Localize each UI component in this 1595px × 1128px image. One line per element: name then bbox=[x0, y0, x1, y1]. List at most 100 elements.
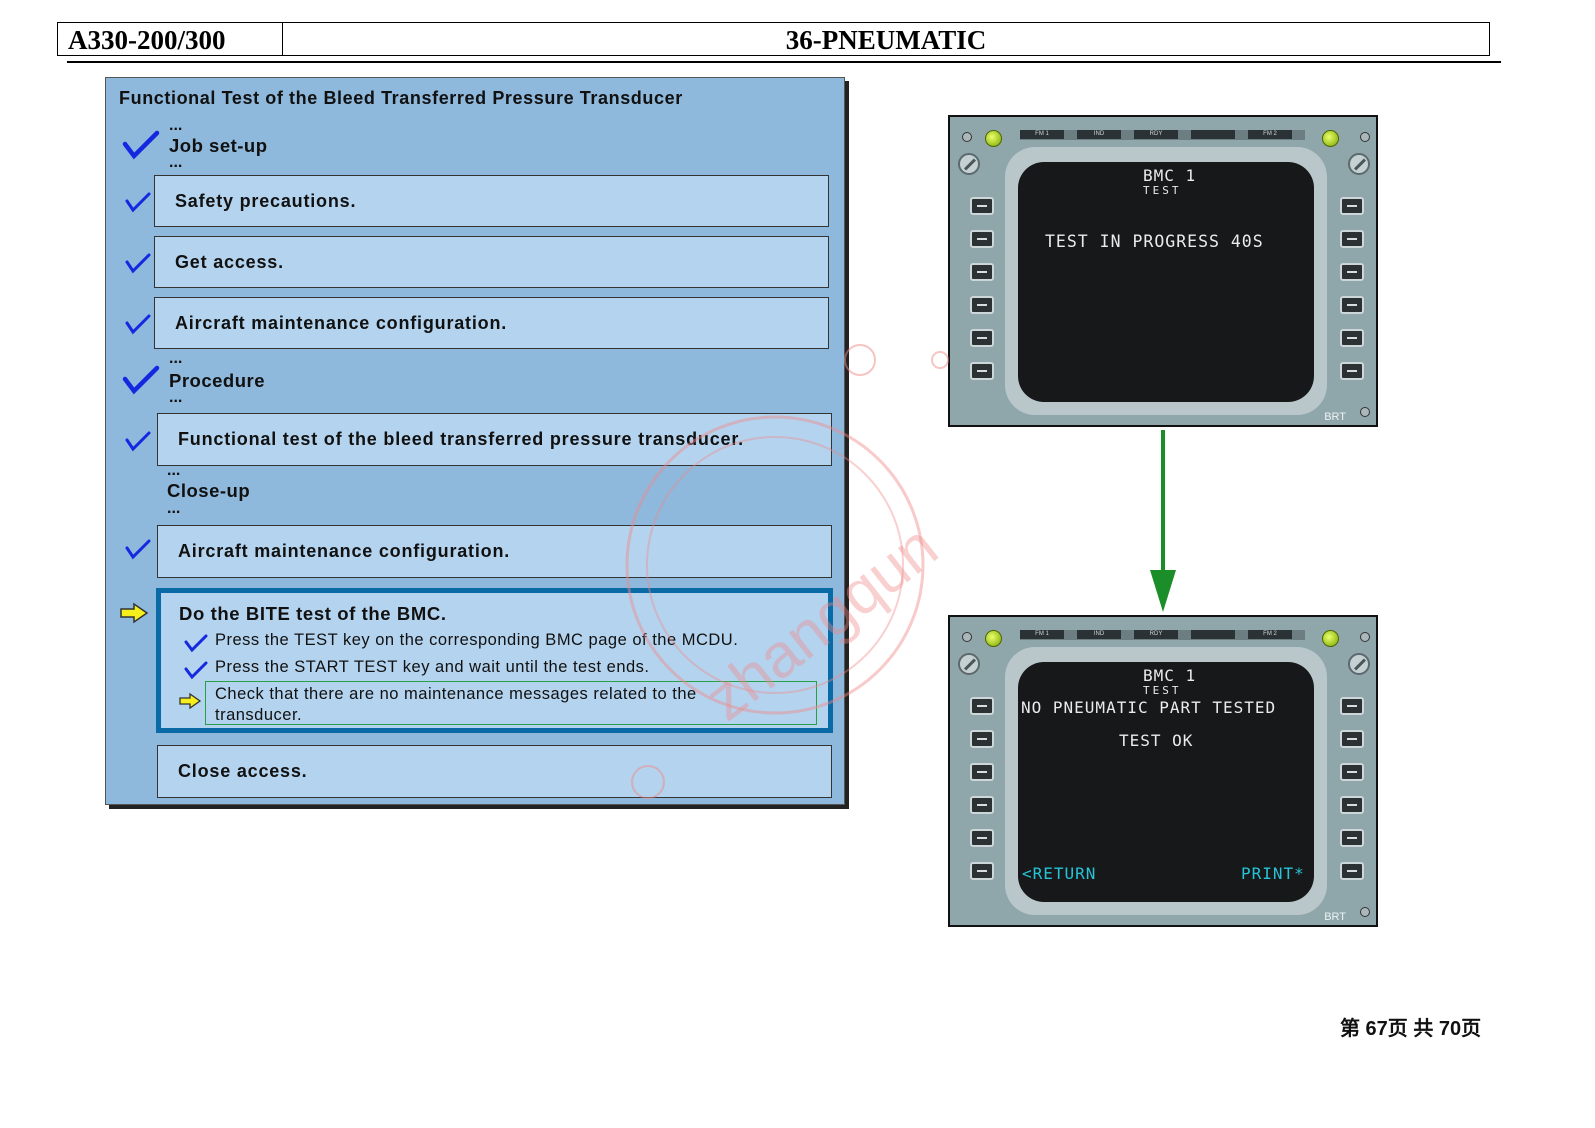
large-check-icon bbox=[122, 365, 160, 395]
section-procedure: Procedure bbox=[169, 370, 266, 391]
transition-arrow-head-icon bbox=[1150, 570, 1176, 612]
step-safety: Safety precautions. bbox=[154, 175, 829, 227]
lsk-3r-button[interactable] bbox=[1340, 263, 1364, 281]
return-prompt[interactable]: <RETURN bbox=[1022, 864, 1096, 883]
annunciator-rdy: RDY bbox=[1134, 630, 1178, 639]
page-number: 第 67页 共 70页 bbox=[1340, 1018, 1482, 1040]
lsk-6r-button[interactable] bbox=[1340, 862, 1364, 880]
brt-label: BRT bbox=[1324, 911, 1346, 923]
step-close-access: Close access. bbox=[157, 745, 832, 798]
lsk-5r-button[interactable] bbox=[1340, 829, 1364, 847]
bite-step-1: Press the TEST key on the corresponding … bbox=[215, 631, 739, 649]
lsk-5r-button[interactable] bbox=[1340, 329, 1364, 347]
mcdu-display-test-ok: FM 1 IND RDY FM 2 BMC 1 TEST NO PNEUMATI… bbox=[948, 615, 1378, 927]
annunciator-strip: FM 1 IND RDY FM 2 bbox=[1020, 630, 1305, 640]
panel-title: Functional Test of the Bleed Transferred… bbox=[119, 88, 683, 108]
page-header: A330-200/300 36-PNEUMATIC bbox=[57, 22, 1490, 56]
screen-line-1: TEST IN PROGRESS 40S bbox=[1045, 232, 1264, 251]
bite-step-3: Check that there are no maintenance mess… bbox=[215, 685, 697, 703]
screw-icon bbox=[1360, 407, 1370, 417]
mcdu-screen: BMC 1 TEST TEST IN PROGRESS 40S bbox=[1018, 162, 1314, 402]
check-icon bbox=[184, 661, 208, 680]
screen-title: BMC 1 bbox=[1143, 166, 1197, 185]
large-check-icon bbox=[122, 130, 160, 160]
brightness-knob-icon[interactable] bbox=[958, 153, 980, 175]
screw-icon bbox=[1360, 132, 1370, 142]
bite-step-3-cont: transducer. bbox=[215, 706, 303, 724]
transition-arrow bbox=[1161, 430, 1165, 580]
lsk-3l-button[interactable] bbox=[970, 763, 994, 781]
step-functional-test: Functional test of the bleed transferred… bbox=[157, 413, 832, 466]
check-icon bbox=[125, 192, 151, 213]
lsk-4l-button[interactable] bbox=[970, 796, 994, 814]
bite-title: Do the BITE test of the BMC. bbox=[179, 603, 447, 624]
annunciator-blank bbox=[1191, 630, 1235, 639]
annunciator-light-icon bbox=[985, 130, 1002, 147]
lsk-3r-button[interactable] bbox=[1340, 763, 1364, 781]
step-bite-test: Do the BITE test of the BMC. Press the T… bbox=[156, 588, 833, 733]
screw-icon bbox=[1360, 907, 1370, 917]
header-rule bbox=[67, 61, 1501, 63]
lsk-4l-button[interactable] bbox=[970, 296, 994, 314]
lsk-6r-button[interactable] bbox=[1340, 362, 1364, 380]
screen-line-2: TEST OK bbox=[1119, 731, 1194, 750]
check-icon bbox=[125, 431, 151, 452]
lsk-3l-button[interactable] bbox=[970, 263, 994, 281]
mcdu-display-test-in-progress: FM 1 IND RDY FM 2 BMC 1 TEST TEST IN PRO… bbox=[948, 115, 1378, 427]
current-step-arrow-icon bbox=[120, 602, 149, 624]
step-close-access-label: Close access. bbox=[178, 761, 308, 781]
step-safety-label: Safety precautions. bbox=[175, 191, 357, 211]
brt-label: BRT bbox=[1324, 411, 1346, 423]
lsk-2r-button[interactable] bbox=[1340, 230, 1364, 248]
annunciator-light-icon bbox=[985, 630, 1002, 647]
screw-icon bbox=[1360, 632, 1370, 642]
lsk-5l-button[interactable] bbox=[970, 329, 994, 347]
screw-icon bbox=[962, 632, 972, 642]
step-config-2-label: Aircraft maintenance configuration. bbox=[178, 541, 511, 561]
lsk-6l-button[interactable] bbox=[970, 362, 994, 380]
check-icon bbox=[125, 253, 151, 274]
annunciator-fm1: FM 1 bbox=[1020, 130, 1064, 139]
screen-title: BMC 1 bbox=[1143, 666, 1197, 685]
brightness-knob-icon[interactable] bbox=[1348, 653, 1370, 675]
ellipsis: ... bbox=[169, 389, 183, 406]
annunciator-ind: IND bbox=[1077, 630, 1121, 639]
ellipsis: ... bbox=[167, 500, 181, 517]
step-config-1: Aircraft maintenance configuration. bbox=[154, 297, 829, 349]
annunciator-strip: FM 1 IND RDY FM 2 bbox=[1020, 130, 1305, 140]
check-icon bbox=[125, 314, 151, 335]
lsk-1l-button[interactable] bbox=[970, 197, 994, 215]
print-prompt[interactable]: PRINT* bbox=[1241, 864, 1305, 883]
annunciator-fm2: FM 2 bbox=[1248, 630, 1292, 639]
lsk-1r-button[interactable] bbox=[1340, 197, 1364, 215]
step-functional-test-label: Functional test of the bleed transferred… bbox=[178, 429, 744, 449]
lsk-4r-button[interactable] bbox=[1340, 296, 1364, 314]
section-job-setup: Job set-up bbox=[169, 135, 268, 156]
annunciator-ind: IND bbox=[1077, 130, 1121, 139]
lsk-1r-button[interactable] bbox=[1340, 697, 1364, 715]
screen-subtitle: TEST bbox=[1143, 684, 1182, 697]
annunciator-fm2: FM 2 bbox=[1248, 130, 1292, 139]
lsk-2r-button[interactable] bbox=[1340, 730, 1364, 748]
lsk-6l-button[interactable] bbox=[970, 862, 994, 880]
lsk-5l-button[interactable] bbox=[970, 829, 994, 847]
chapter-title: 36-PNEUMATIC bbox=[785, 25, 987, 55]
lsk-2l-button[interactable] bbox=[970, 730, 994, 748]
aircraft-model: A330-200/300 bbox=[58, 23, 283, 55]
procedure-panel: Functional Test of the Bleed Transferred… bbox=[105, 77, 845, 805]
lsk-1l-button[interactable] bbox=[970, 697, 994, 715]
step-access: Get access. bbox=[154, 236, 829, 288]
bite-step-2: Press the START TEST key and wait until … bbox=[215, 658, 650, 676]
screen-subtitle: TEST bbox=[1143, 184, 1182, 197]
mcdu-screen: BMC 1 TEST NO PNEUMATIC PART TESTED TEST… bbox=[1018, 662, 1314, 902]
ellipsis: ... bbox=[169, 154, 183, 171]
ellipsis: ... bbox=[169, 117, 183, 134]
screen-line-1: NO PNEUMATIC PART TESTED bbox=[1021, 698, 1277, 717]
step-config-2: Aircraft maintenance configuration. bbox=[157, 525, 832, 578]
screw-icon bbox=[962, 132, 972, 142]
annunciator-blank bbox=[1191, 130, 1235, 139]
lsk-2l-button[interactable] bbox=[970, 230, 994, 248]
brightness-knob-icon[interactable] bbox=[1348, 153, 1370, 175]
lsk-4r-button[interactable] bbox=[1340, 796, 1364, 814]
brightness-knob-icon[interactable] bbox=[958, 653, 980, 675]
